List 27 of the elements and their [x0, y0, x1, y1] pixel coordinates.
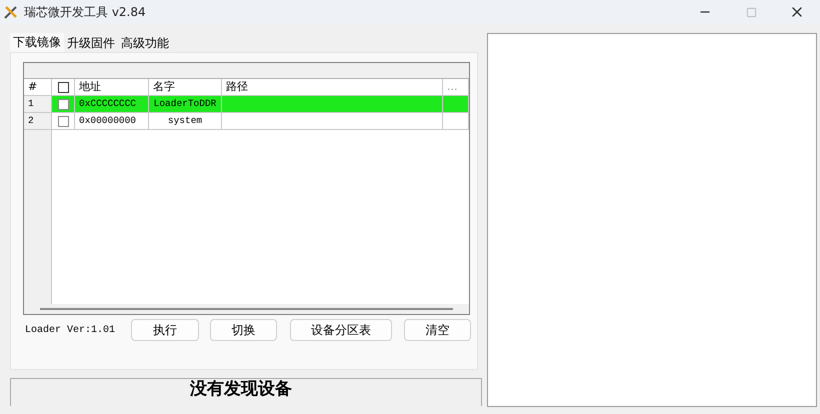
loader-version: Loader Ver:1.01 — [24, 324, 116, 336]
scrollbar-thumb[interactable] — [40, 308, 453, 310]
action-button[interactable]: 设备分区表 — [290, 319, 392, 341]
column-header: # — [24, 79, 52, 95]
table-cell: 0x00000000 — [75, 113, 149, 129]
window-title: 瑞芯微开发工具 v2.84 — [24, 4, 147, 20]
table-cell: 1 — [24, 96, 52, 112]
header-checkbox[interactable] — [58, 82, 68, 92]
column-header: ... — [443, 79, 469, 95]
row-checkbox[interactable] — [58, 116, 68, 126]
column-header: 名字 — [149, 79, 222, 95]
action-button[interactable]: 清空 — [404, 319, 471, 341]
table-cell: 0xCCCCCCCC — [75, 96, 149, 112]
column-header: 地址 — [75, 79, 149, 95]
table-cell: system — [149, 113, 222, 129]
tools-icon — [4, 5, 18, 19]
column-header: 路径 — [222, 79, 443, 95]
action-button[interactable]: 切换 — [210, 319, 277, 341]
maximize-icon — [746, 6, 756, 18]
status-text: 没有发现设备 — [190, 379, 292, 399]
table-row[interactable]: 1 0xCCCCCCCC LoaderToDDR — [24, 96, 469, 113]
table-cell: 2 — [24, 113, 52, 129]
tab[interactable]: 下载镜像 — [10, 33, 64, 52]
table-cell: LoaderToDDR — [149, 96, 222, 112]
table-row[interactable]: 2 0x00000000 system — [24, 113, 469, 130]
row-checkbox[interactable] — [58, 98, 68, 110]
action-button[interactable]: 执行 — [131, 319, 199, 341]
